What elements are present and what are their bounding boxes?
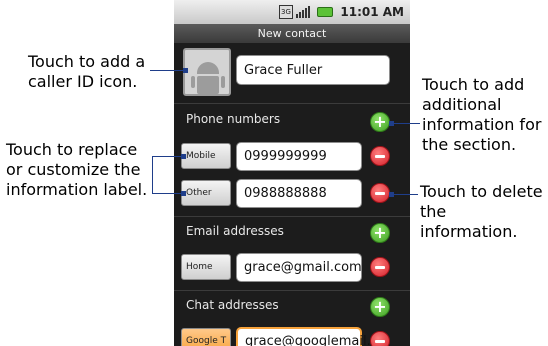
- phone-field[interactable]: 0999999999: [236, 142, 362, 171]
- phone-label-button[interactable]: Other: [181, 180, 231, 206]
- section-title-chat: Chat addresses: [186, 298, 279, 312]
- email-field[interactable]: grace@gmail.com: [236, 253, 362, 282]
- delete-phone-button[interactable]: [370, 183, 390, 203]
- callout-connector: [150, 70, 185, 71]
- email-label-button[interactable]: Home: [181, 254, 231, 280]
- add-phone-button[interactable]: +: [370, 112, 390, 132]
- phone-label-button[interactable]: Mobile: [181, 143, 231, 169]
- chat-label-button[interactable]: Google T: [181, 328, 231, 346]
- name-field[interactable]: Grace Fuller: [236, 55, 390, 85]
- delete-phone-button[interactable]: [370, 146, 390, 166]
- callout-marker: [181, 154, 186, 159]
- name-value: Grace Fuller: [244, 62, 323, 78]
- phone-value: 0999999999: [244, 149, 327, 164]
- callout-connector: [152, 156, 153, 193]
- battery-icon: [317, 7, 333, 17]
- callout-marker: [389, 121, 394, 126]
- divider: [174, 290, 410, 291]
- add-chat-button[interactable]: +: [370, 297, 390, 317]
- email-label-text: Home: [186, 262, 213, 272]
- callout-line-1: Touch to add a: [28, 52, 146, 71]
- phone-field[interactable]: 0988888888: [236, 179, 362, 208]
- callout-replace-label: Touch to replace or customize the inform…: [6, 140, 147, 200]
- callout-line-2: the information.: [420, 202, 518, 241]
- android-body-icon: [197, 76, 219, 94]
- callout-line-1: Touch to delete: [420, 182, 543, 201]
- delete-email-button[interactable]: [370, 257, 390, 277]
- status-time: 11:01 AM: [340, 5, 404, 19]
- callout-line-1: Touch to add: [422, 75, 525, 94]
- callout-delete-info: Touch to delete the information.: [420, 182, 548, 242]
- callout-line-2: additional: [422, 95, 502, 114]
- delete-chat-button[interactable]: [370, 331, 390, 346]
- callout-line-4: the section.: [422, 135, 517, 154]
- callout-line-1: Touch to replace: [6, 140, 138, 159]
- callout-add-info: Touch to add additional information for …: [422, 75, 541, 155]
- add-email-button[interactable]: +: [370, 223, 390, 243]
- callout-line-3: information for: [422, 115, 542, 134]
- callout-connector: [390, 194, 418, 195]
- section-title-phone: Phone numbers: [186, 112, 281, 126]
- callout-marker: [389, 192, 394, 197]
- caller-id-icon-button[interactable]: [183, 48, 231, 96]
- callout-connector: [152, 193, 183, 194]
- phone-screen: 3G 11:01 AM New contact Grace Fuller Pho…: [174, 0, 410, 346]
- callout-connector: [390, 123, 420, 124]
- signal-icon: [296, 6, 310, 18]
- chat-value: grace@googlemail.c: [245, 334, 378, 346]
- divider: [174, 216, 410, 217]
- phone-label-text: Other: [186, 188, 212, 198]
- callout-connector: [152, 156, 183, 157]
- callout-add-icon: Touch to add a caller ID icon.: [28, 52, 145, 92]
- callout-line-3: information label.: [6, 180, 148, 199]
- phone-label-text: Mobile: [186, 151, 216, 161]
- android-arm-icon: [221, 76, 225, 88]
- callout-marker: [183, 68, 188, 73]
- callout-line-2: or customize the: [6, 160, 141, 179]
- status-bar: 3G 11:01 AM: [174, 0, 410, 24]
- android-arm-icon: [191, 76, 195, 88]
- divider: [174, 103, 410, 104]
- email-value: grace@gmail.com: [244, 260, 362, 275]
- chat-field[interactable]: grace@googlemail.c: [236, 327, 378, 346]
- window-title: New contact: [174, 24, 410, 43]
- callout-line-2: caller ID icon.: [28, 72, 138, 91]
- section-title-email: Email addresses: [186, 224, 284, 238]
- phone-value: 0988888888: [244, 186, 327, 201]
- android-head-icon: [197, 62, 219, 74]
- callout-marker: [181, 191, 186, 196]
- chat-label-text: Google T: [186, 336, 227, 346]
- network-icon: 3G: [279, 5, 293, 19]
